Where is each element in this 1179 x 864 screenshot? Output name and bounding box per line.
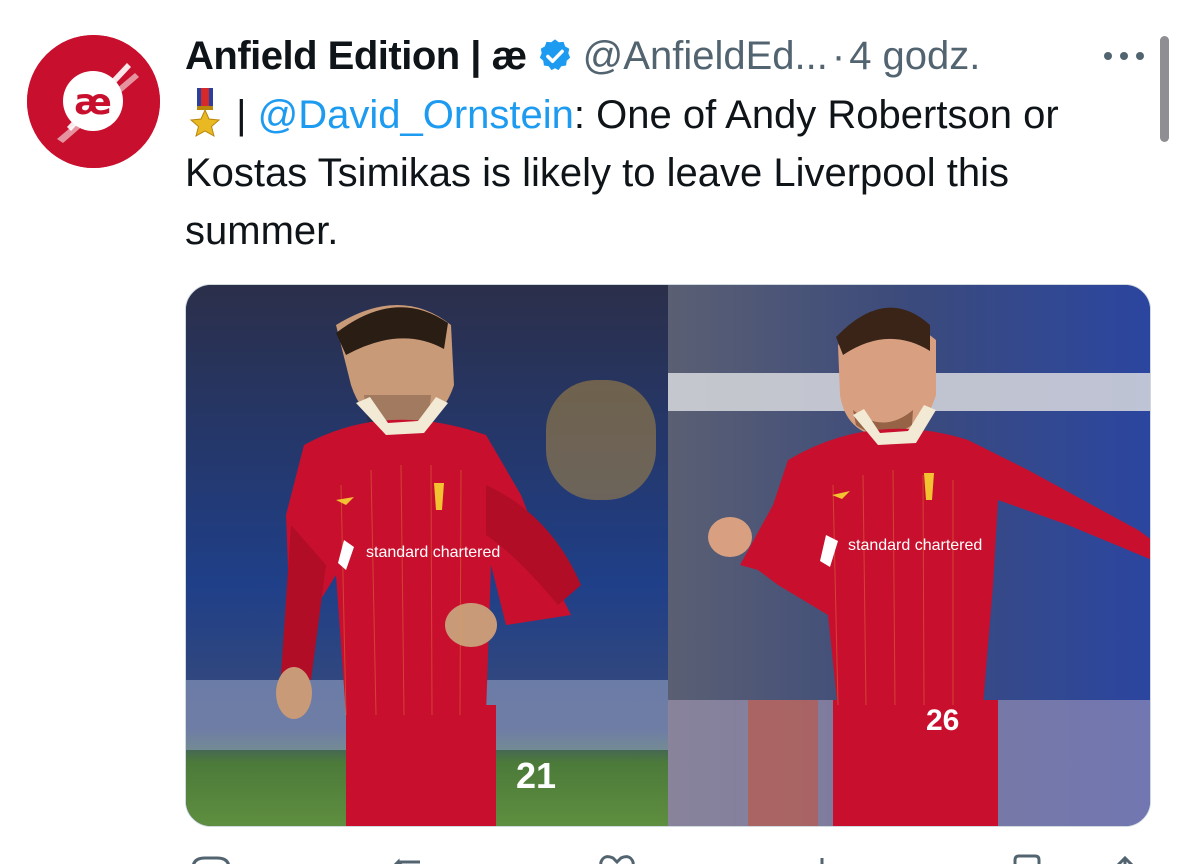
medal-icon [189, 88, 221, 138]
avatar-logo-icon: æ [27, 35, 160, 168]
sponsor-text-left: standard chartered [366, 544, 500, 561]
share-icon[interactable] [1103, 854, 1147, 864]
player-photo-right: standard chartered 26 [668, 285, 1150, 826]
player-photo-left: standard chartered 21 [186, 285, 668, 826]
media-image-tsimikas[interactable]: standard chartered 21 [186, 285, 668, 826]
timestamp[interactable]: 4 godz. [849, 30, 980, 82]
verified-badge-icon [539, 39, 570, 71]
scrollbar[interactable] [1160, 36, 1169, 142]
avatar-label: æ [74, 82, 112, 123]
author-name[interactable]: Anfield Edition | æ [185, 30, 527, 82]
shirt-number-right: 26 [926, 704, 959, 737]
text-separator: | [225, 93, 258, 137]
tweet-card[interactable]: æ Anfield Edition | æ @AnfieldEd... · 4 … [0, 0, 1179, 864]
author-handle[interactable]: @AnfieldEd... [583, 30, 828, 82]
like-icon[interactable] [595, 854, 639, 864]
mention-link[interactable]: @David_Ornstein [258, 93, 574, 137]
tweet-actions [185, 846, 1151, 864]
tweet-text: | @David_Ornstein: One of Andy Robertson… [185, 86, 1145, 260]
retweet-icon[interactable] [390, 854, 434, 864]
header-separator: · [831, 34, 846, 78]
views-icon[interactable] [800, 854, 844, 864]
avatar[interactable]: æ [27, 35, 160, 168]
more-options-icon[interactable] [1100, 46, 1148, 66]
sponsor-text-right: standard chartered [848, 537, 982, 554]
media-image-robertson[interactable]: standard chartered 26 [668, 285, 1150, 826]
media-grid[interactable]: standard chartered 21 standard chartered… [185, 284, 1151, 827]
reply-icon[interactable] [189, 854, 233, 864]
tweet-header: Anfield Edition | æ @AnfieldEd... · 4 go… [185, 30, 980, 82]
bookmark-icon[interactable] [1005, 854, 1049, 864]
shirt-number-left: 21 [516, 755, 556, 796]
